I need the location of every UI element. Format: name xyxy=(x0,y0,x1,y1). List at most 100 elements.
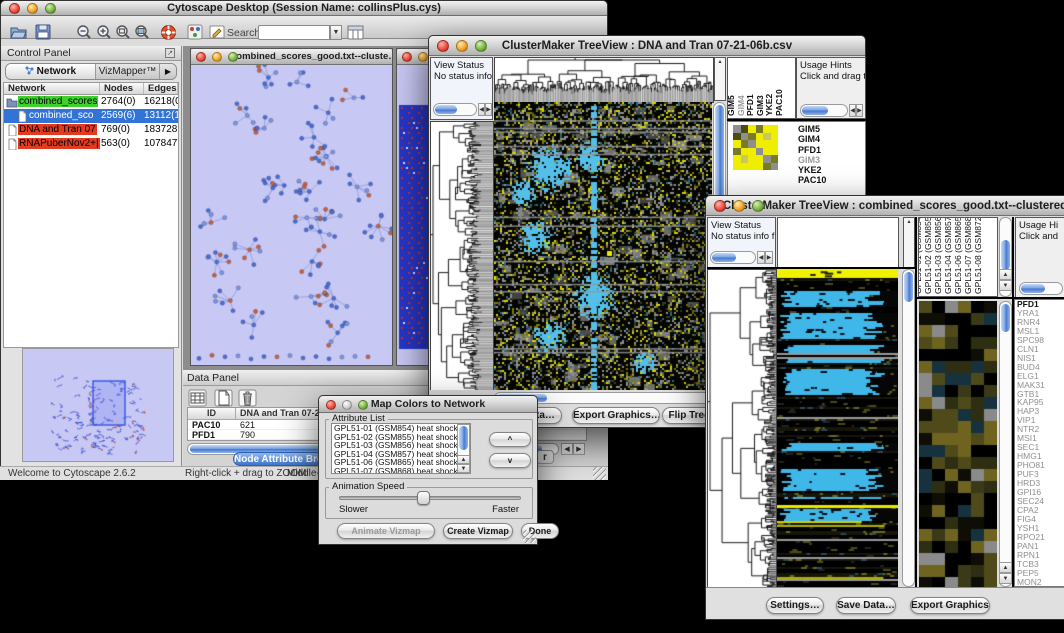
treeview2-titlebar[interactable]: ClusterMaker TreeView : combined_scores_… xyxy=(706,196,1064,216)
minimize-button[interactable] xyxy=(27,3,38,14)
search-dropdown-button[interactable]: ▼ xyxy=(330,25,342,40)
tv1-gene-label: GIM5 xyxy=(798,124,826,134)
animation-speed-slider[interactable] xyxy=(339,496,521,500)
cytoscape-titlebar[interactable]: Cytoscape Desktop (Session Name: collins… xyxy=(1,1,607,16)
tv2-genes-vscrollbar[interactable] xyxy=(999,301,1012,587)
save-icon[interactable] xyxy=(35,24,51,41)
scroll-up-arrow[interactable]: ▲ xyxy=(457,455,470,464)
dialog-titlebar[interactable]: Map Colors to Network xyxy=(319,396,537,413)
animate-vizmap-button[interactable]: Animate Vizmap xyxy=(337,523,435,539)
tv2-heatmap-vscrollbar[interactable] xyxy=(902,269,915,587)
tv1-hints-hscrollbar[interactable] xyxy=(800,104,848,117)
scroll-left-arrow[interactable]: ◀ xyxy=(757,251,765,264)
network-tree-row[interactable]: combined_scores2764(0)16218(0) xyxy=(4,95,178,109)
move-up-button[interactable]: ^ xyxy=(489,432,531,447)
zoom-out-icon[interactable] xyxy=(76,24,92,41)
tv2-mini-heatmap[interactable] xyxy=(919,301,997,587)
tv2-hints-hscrollbar[interactable] xyxy=(1019,282,1063,295)
scroll-left-arrow[interactable]: ◀ xyxy=(849,104,856,117)
tab-vizmapper[interactable]: VizMapper™ xyxy=(96,64,160,79)
scroll-right-arrow[interactable]: ▶ xyxy=(573,443,585,455)
tab-node-attribute-browser[interactable]: Node Attribute Brows xyxy=(233,452,323,466)
scroll-left-arrow[interactable]: ◀ xyxy=(561,443,573,455)
tv1-status-hscrollbar[interactable] xyxy=(433,103,477,116)
tv1-mini-cell xyxy=(741,133,749,141)
tv1-column-dendrogram[interactable] xyxy=(494,57,714,103)
treeview1-titlebar[interactable]: ClusterMaker TreeView : DNA and Tran 07-… xyxy=(429,36,865,56)
search-input[interactable] xyxy=(258,25,330,40)
zoom-button[interactable] xyxy=(45,3,56,14)
scroll-down-arrow[interactable]: ▼ xyxy=(999,573,1012,584)
zoom-button[interactable] xyxy=(358,400,368,410)
float-panel-icon[interactable]: ↗ xyxy=(165,48,175,58)
tv2-button-1[interactable]: Save Data… xyxy=(836,597,896,614)
network-graph[interactable] xyxy=(191,65,392,365)
tv1-row-dendrogram[interactable] xyxy=(430,121,494,391)
scroll-down-arrow[interactable]: ▼ xyxy=(999,280,1012,291)
tv2-button-0[interactable]: Settings… xyxy=(766,597,824,614)
annotation-button-icon[interactable] xyxy=(209,24,225,41)
close-button[interactable] xyxy=(9,3,20,14)
zoom-in-icon[interactable] xyxy=(96,24,112,41)
tab-overflow-arrow[interactable]: ▶ xyxy=(160,64,176,79)
minimize-button[interactable] xyxy=(212,52,222,62)
attribute-select-icon[interactable] xyxy=(188,389,207,407)
minimize-button[interactable] xyxy=(456,40,468,52)
network-tree-row[interactable]: RNAPuberNov2+|563(0)107847(0) xyxy=(4,137,178,151)
network-tree-row[interactable]: combined_sco2569(6)13112(15) xyxy=(4,109,178,123)
close-button[interactable] xyxy=(326,400,336,410)
zoom-button[interactable] xyxy=(752,200,764,212)
scroll-left-arrow[interactable]: ◀ xyxy=(478,103,485,116)
scroll-up-arrow[interactable]: ▲ xyxy=(999,562,1012,573)
scroll-right-arrow[interactable]: ▶ xyxy=(856,104,863,117)
new-attribute-icon[interactable] xyxy=(214,389,233,407)
create-vizmap-button[interactable]: Create Vizmap xyxy=(443,523,513,539)
delete-attribute-icon[interactable] xyxy=(238,389,257,407)
column-header-edges[interactable]: Edges xyxy=(144,83,178,94)
tv2-row-dendrogram[interactable] xyxy=(707,269,777,589)
column-header-network[interactable]: Network xyxy=(4,83,100,94)
network-overview-thumbnail[interactable] xyxy=(22,348,174,462)
data-col-id[interactable]: ID xyxy=(188,408,236,419)
minimize-button[interactable] xyxy=(733,200,745,212)
zoom-button[interactable] xyxy=(228,52,238,62)
attribute-list-item[interactable]: GPL51-07 (GSM868) heat shock 60 min xyxy=(332,467,470,474)
move-down-button[interactable]: v xyxy=(489,453,531,468)
column-header-nodes[interactable]: Nodes xyxy=(100,83,144,94)
document-icon xyxy=(6,124,18,136)
tv2-col-scroll-strip[interactable]: ▴ xyxy=(903,217,915,268)
tab-network[interactable]: Network xyxy=(6,64,96,79)
tv1-mini-cell xyxy=(748,133,756,141)
tv2-heatmap[interactable] xyxy=(777,269,898,587)
close-button[interactable] xyxy=(196,52,206,62)
help-icon[interactable] xyxy=(160,24,176,41)
open-folder-icon[interactable] xyxy=(10,24,27,41)
close-button[interactable] xyxy=(437,40,449,52)
attribute-listbox[interactable]: GPL51-01 (GSM854) heat shock 05 minGPL51… xyxy=(331,423,471,474)
tv2-status-hscrollbar[interactable] xyxy=(710,251,756,264)
tv1-mini-cell xyxy=(756,140,764,148)
minimize-button[interactable] xyxy=(418,52,428,62)
vizmapper-button-icon[interactable] xyxy=(187,24,203,41)
network-tree-row[interactable]: DNA and Tran 07769(0)183728(0) xyxy=(4,123,178,137)
scroll-right-arrow[interactable]: ▶ xyxy=(485,103,492,116)
document-icon xyxy=(6,138,18,150)
tv1-col-scroll-strip[interactable]: ▴ xyxy=(714,57,726,101)
close-button[interactable] xyxy=(402,52,412,62)
tv2-button-2[interactable]: Export Graphics… xyxy=(910,597,990,614)
scroll-down-arrow[interactable]: ▼ xyxy=(457,464,470,473)
network-edges: 107847(0) xyxy=(144,138,178,149)
tv1-button-1[interactable]: Export Graphics… xyxy=(572,407,660,424)
tv2-gene-list-panel: PFD1YRA1RNR4MSL1SPC98CLN1NIS1BUD4ELG1MAK… xyxy=(1014,299,1064,587)
attribute-browser-icon[interactable] xyxy=(347,24,363,41)
scroll-up-arrow[interactable]: ▲ xyxy=(999,269,1012,280)
close-button[interactable] xyxy=(714,200,726,212)
zoom-fit-icon[interactable] xyxy=(134,24,150,41)
scroll-right-arrow[interactable]: ▶ xyxy=(765,251,773,264)
tv1-heatmap[interactable] xyxy=(494,102,712,390)
zoom-button[interactable] xyxy=(475,40,487,52)
minimize-button[interactable] xyxy=(342,400,352,410)
tab-edge-attribute-browser[interactable]: r xyxy=(536,450,554,464)
slider-thumb[interactable] xyxy=(417,491,430,505)
zoom-selected-icon[interactable] xyxy=(115,24,131,41)
